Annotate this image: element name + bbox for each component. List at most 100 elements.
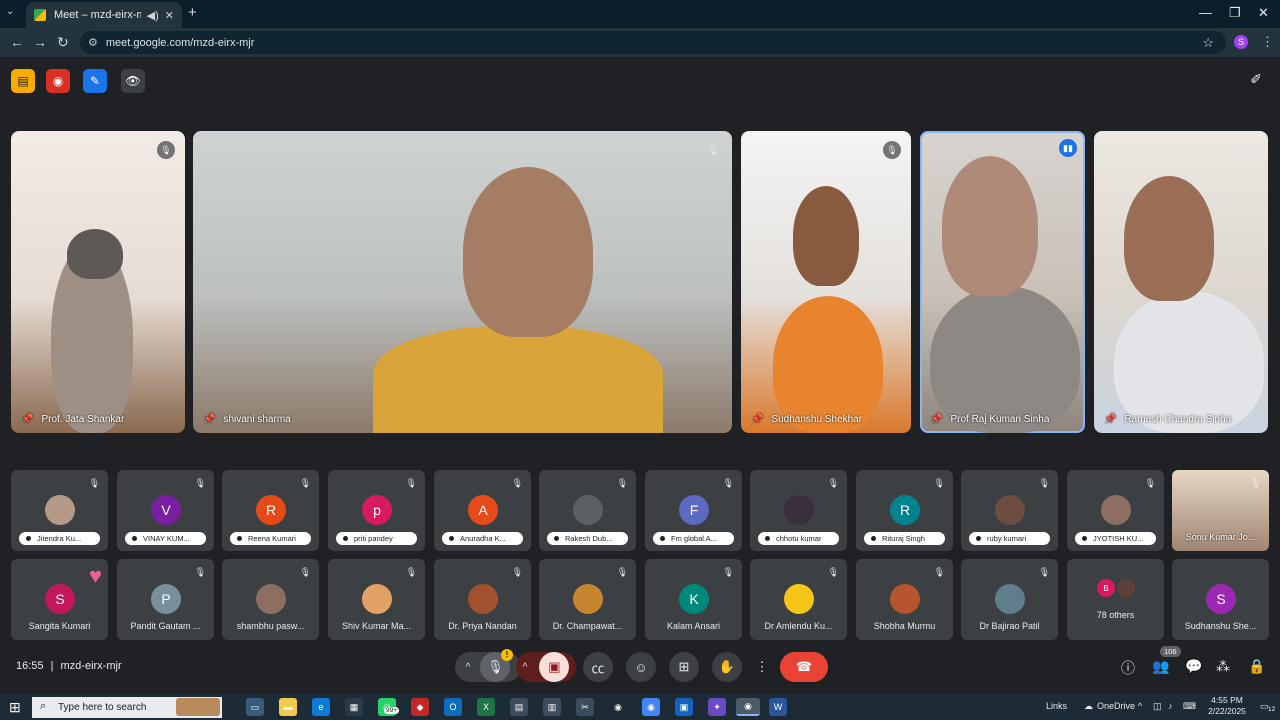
onedrive-icon[interactable]: ☁ bbox=[1084, 701, 1093, 712]
avatar bbox=[45, 495, 75, 525]
more-vert-icon: ⋮ bbox=[755, 659, 769, 674]
calculator-icon[interactable]: ▤ bbox=[510, 698, 528, 716]
file-explorer-icon[interactable]: ▬ bbox=[279, 698, 297, 716]
take-notes-icon[interactable]: ✎ bbox=[83, 69, 107, 93]
pin-icon[interactable]: 📌 bbox=[21, 414, 33, 425]
participant-name: Anuradha K... bbox=[442, 532, 523, 545]
reactions-button[interactable]: ☺ bbox=[626, 652, 656, 682]
edge-icon[interactable]: e bbox=[312, 698, 330, 716]
participant-tile[interactable]: 🎙 JYOTISH KU... bbox=[1067, 470, 1164, 551]
volume-icon[interactable]: ♪ bbox=[1168, 701, 1173, 711]
search-highlight-icon[interactable] bbox=[176, 698, 220, 716]
people-icon[interactable]: 👥 bbox=[1152, 658, 1169, 675]
tray-expand-icon[interactable]: ^ bbox=[1138, 701, 1142, 711]
recording-icon[interactable]: ◉ bbox=[46, 69, 70, 93]
viewers-icon[interactable]: 👁 bbox=[121, 69, 145, 93]
pin-icon[interactable]: 📌 bbox=[1104, 414, 1116, 425]
participant-tile[interactable]: 🎙 p priti pandey bbox=[328, 470, 425, 551]
links-toolbar[interactable]: Links bbox=[1046, 701, 1067, 711]
pin-icon[interactable]: 📌 bbox=[751, 414, 763, 425]
new-tab-icon[interactable]: + bbox=[188, 4, 197, 21]
profile-avatar[interactable]: S bbox=[1234, 35, 1248, 49]
close-window-icon[interactable]: ✕ bbox=[1258, 5, 1269, 21]
annotate-icon[interactable]: ✐ bbox=[1243, 71, 1269, 95]
language-icon[interactable]: ⌨ bbox=[1183, 701, 1196, 712]
system-clock[interactable]: 4:55 PM 2/22/2025 bbox=[1199, 695, 1255, 717]
forward-icon[interactable]: → bbox=[33, 34, 47, 50]
participant-tile[interactable]: S ♥ Sangita Kumari bbox=[11, 559, 108, 640]
participant-tile[interactable]: 🎙 Dr Bajirao Patil bbox=[961, 559, 1058, 640]
participant-tile[interactable]: 🎙 R Reena Kumari bbox=[222, 470, 319, 551]
participant-tile[interactable]: 🎙 F Fm global A... bbox=[645, 470, 742, 551]
video-tile[interactable]: 🎙 📌 shivani sharma bbox=[193, 131, 732, 433]
participant-tile[interactable]: S Sudhanshu She... bbox=[1172, 559, 1269, 640]
participant-tile[interactable]: 🎙 A Anuradha K... bbox=[434, 470, 531, 551]
word-icon[interactable]: W bbox=[769, 698, 787, 716]
pin-icon[interactable]: 📌 bbox=[203, 414, 215, 425]
back-icon[interactable]: ← bbox=[10, 34, 24, 50]
others-count: 78 others bbox=[1096, 610, 1135, 620]
anydesk-icon[interactable]: ◆ bbox=[411, 698, 429, 716]
participant-tile[interactable]: 🎙 Rakesh Dub... bbox=[539, 470, 636, 551]
chat-icon[interactable]: 💬 bbox=[1185, 658, 1202, 675]
participant-tile[interactable]: 🎙 Dr Amlendu Ku... bbox=[750, 559, 847, 640]
site-info-icon[interactable]: ⚙ bbox=[88, 36, 98, 49]
mic-off-icon: 🎙 bbox=[157, 141, 175, 159]
participant-tile[interactable]: 🎙 Sonu Kumar Jo... bbox=[1172, 470, 1269, 551]
excel-icon[interactable]: X bbox=[477, 698, 495, 716]
video-tile[interactable]: 🎙 📌 Prof. Jata Shankar bbox=[11, 131, 185, 433]
host-controls-icon[interactable]: 🔒 bbox=[1248, 658, 1265, 675]
chrome-active-icon[interactable]: ◉ bbox=[736, 698, 760, 716]
audio-options-icon[interactable]: ^ bbox=[466, 662, 471, 673]
more-options-button[interactable]: ⋮ bbox=[751, 652, 773, 682]
copilot-icon[interactable]: ✦ bbox=[708, 698, 726, 716]
video-tile-active-speaker[interactable]: ▮▮ 📌 Prof Raj Kumari Sinha bbox=[920, 131, 1085, 433]
participant-tile[interactable]: 🎙 P Pandit Gautam ... bbox=[117, 559, 214, 640]
participant-tile[interactable]: 🎙 Dr. Priya Nandan bbox=[434, 559, 531, 640]
meeting-details-icon[interactable]: ⓘ bbox=[1121, 658, 1135, 678]
windows-start-icon[interactable]: ⊞ bbox=[9, 699, 21, 716]
activities-icon[interactable]: ⁂ bbox=[1216, 658, 1230, 675]
participant-tile[interactable]: 🎙 Dr. Champawat... bbox=[539, 559, 636, 640]
reload-icon[interactable]: ↻ bbox=[57, 34, 69, 51]
raise-hand-button[interactable]: ✋ bbox=[712, 652, 742, 682]
outlook-icon[interactable]: O bbox=[444, 698, 462, 716]
pin-icon[interactable]: 📌 bbox=[930, 414, 942, 425]
snipping-tool-icon[interactable]: ✂ bbox=[576, 698, 594, 716]
tab-search-icon[interactable]: ⌄ bbox=[6, 6, 14, 17]
participant-tile[interactable]: 🎙 ruby kumari bbox=[961, 470, 1058, 551]
video-options-icon[interactable]: ^ bbox=[523, 662, 528, 673]
bookmark-star-icon[interactable]: ☆ bbox=[1202, 35, 1214, 51]
remote-desktop-icon[interactable]: ▣ bbox=[675, 698, 693, 716]
participant-tile[interactable]: 🎙 K Kalam Ansari bbox=[645, 559, 742, 640]
maximize-icon[interactable]: ❐ bbox=[1229, 5, 1241, 21]
participant-tile[interactable]: 🎙 Shiv Kumar Ma... bbox=[328, 559, 425, 640]
browser-menu-icon[interactable]: ⋮ bbox=[1261, 34, 1274, 50]
camera-off-icon[interactable]: ▣ bbox=[539, 652, 570, 682]
participant-tile[interactable]: 🎙 shambhu pasw... bbox=[222, 559, 319, 640]
browser-tab[interactable]: Meet – mzd-eirx-mjr ◀) ✕ bbox=[26, 2, 182, 28]
network-icon[interactable]: ◫ bbox=[1153, 701, 1162, 712]
video-tile[interactable]: 🎙 📌 Sudhanshu Shekhar bbox=[741, 131, 911, 433]
url-input[interactable]: ⚙ meet.google.com/mzd-eirx-mjr ☆ bbox=[80, 31, 1226, 54]
leave-call-button[interactable]: ☎ bbox=[780, 652, 828, 682]
minimize-icon[interactable]: — bbox=[1199, 5, 1212, 20]
participant-tile[interactable]: 🎙 V VINAY KUM... bbox=[117, 470, 214, 551]
chrome-icon[interactable]: ◉ bbox=[642, 698, 660, 716]
chrome-dev-icon[interactable]: ◉ bbox=[609, 698, 627, 716]
camera-control[interactable]: ^ ▣ bbox=[516, 652, 576, 682]
store-icon[interactable]: ▦ bbox=[345, 698, 363, 716]
participant-tile[interactable]: 🎙 R Rituraj Singh bbox=[856, 470, 953, 551]
video-tile[interactable]: 🎙 📌 Ramesh Chandra Sinha bbox=[1094, 131, 1268, 433]
others-tile[interactable]: B 78 others bbox=[1067, 559, 1164, 640]
tab-audio-icon[interactable]: ◀) bbox=[147, 9, 159, 22]
meeting-notes-icon[interactable]: ▤ bbox=[11, 69, 35, 93]
task-view-icon[interactable]: ▭ bbox=[246, 698, 264, 716]
photos-icon[interactable]: ▥ bbox=[543, 698, 561, 716]
participant-tile[interactable]: 🎙 Jitendra Ku... bbox=[11, 470, 108, 551]
participant-tile[interactable]: 🎙 Shobha Murmu bbox=[856, 559, 953, 640]
tab-close-icon[interactable]: ✕ bbox=[165, 9, 174, 22]
present-button[interactable]: ⊞ bbox=[669, 652, 699, 682]
participant-tile[interactable]: 🎙 chhotu kumar bbox=[750, 470, 847, 551]
captions-button[interactable]: ㏄ bbox=[583, 652, 613, 682]
